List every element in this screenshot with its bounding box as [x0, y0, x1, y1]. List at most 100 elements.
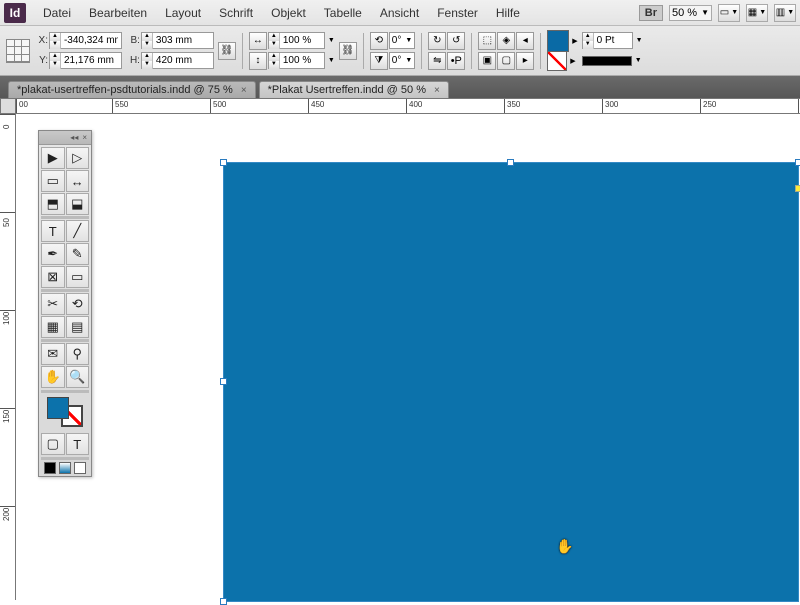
- stroke-weight-field[interactable]: ▲▼: [582, 32, 633, 49]
- constrain-scale-icon[interactable]: ⛓: [339, 42, 357, 60]
- select-container-icon[interactable]: ⬚: [478, 32, 496, 50]
- menu-type[interactable]: Schrift: [210, 6, 262, 20]
- width-input[interactable]: [153, 33, 213, 48]
- y-field[interactable]: ▲▼: [49, 52, 122, 69]
- stroke-swatch-none[interactable]: [547, 51, 567, 71]
- menu-help[interactable]: Hilfe: [487, 6, 529, 20]
- constrain-proportions-icon[interactable]: ⛓: [218, 42, 236, 60]
- up-arrow-icon[interactable]: ▲: [142, 33, 152, 41]
- page-tool[interactable]: ▭: [41, 170, 65, 192]
- rotate-cw-icon[interactable]: ↻: [428, 32, 446, 50]
- gradient-feather-tool[interactable]: ▤: [66, 316, 90, 338]
- panel-header[interactable]: ◂◂ ×: [39, 131, 91, 145]
- point-type-icon[interactable]: •P: [447, 52, 465, 70]
- close-icon[interactable]: ×: [434, 85, 440, 96]
- reference-point-grid[interactable]: [6, 39, 30, 63]
- select-prev-icon[interactable]: ◂: [516, 32, 534, 50]
- horizontal-ruler[interactable]: 00 550 500 450 400 350 300 250 200: [16, 98, 800, 114]
- up-arrow-icon[interactable]: ▲: [142, 53, 152, 61]
- rectangle-frame-tool[interactable]: ⊠: [41, 266, 65, 288]
- dropdown-icon[interactable]: ▼: [636, 37, 643, 44]
- apply-gradient-swatch[interactable]: [59, 462, 71, 474]
- bridge-button[interactable]: Br: [639, 5, 663, 21]
- corner-handle[interactable]: [795, 185, 800, 192]
- document-tab-active[interactable]: *Plakat Usertreffen.indd @ 50 %×: [259, 81, 449, 98]
- selection-handle[interactable]: [220, 159, 227, 166]
- scale-x-field[interactable]: ▲▼: [268, 32, 325, 49]
- apply-none-swatch[interactable]: [74, 462, 86, 474]
- line-tool[interactable]: ╱: [66, 220, 90, 242]
- rotate-ccw-icon[interactable]: ↺: [447, 32, 465, 50]
- down-arrow-icon[interactable]: ▼: [142, 61, 152, 69]
- selection-handle[interactable]: [220, 378, 227, 385]
- close-icon[interactable]: ×: [82, 133, 87, 142]
- stroke-weight-input[interactable]: [594, 33, 632, 48]
- screen-mode-button[interactable]: ▭▼: [718, 4, 740, 22]
- gradient-swatch-tool[interactable]: ▦: [41, 316, 65, 338]
- menu-table[interactable]: Tabelle: [315, 6, 371, 20]
- selection-handle[interactable]: [220, 598, 227, 605]
- shear-combo[interactable]: 0°▼: [389, 52, 416, 69]
- hand-tool[interactable]: ✋: [41, 366, 65, 388]
- up-arrow-icon[interactable]: ▲: [50, 53, 60, 61]
- rotation-combo[interactable]: 0°▼: [389, 32, 416, 49]
- zoom-tool[interactable]: 🔍: [66, 366, 90, 388]
- scissors-tool[interactable]: ✂: [41, 293, 65, 315]
- dropdown-icon[interactable]: ▼: [328, 37, 335, 44]
- select-content-icon[interactable]: ◈: [497, 32, 515, 50]
- pencil-tool[interactable]: ✎: [66, 243, 90, 265]
- document-tab[interactable]: *plakat-usertreffen-psdtutorials.indd @ …: [8, 81, 256, 98]
- stroke-style-swatch[interactable]: [582, 56, 632, 66]
- selection-tool[interactable]: ▶: [41, 147, 65, 169]
- selection-handle[interactable]: [795, 159, 800, 166]
- down-arrow-icon[interactable]: ▼: [142, 41, 152, 49]
- menu-window[interactable]: Fenster: [428, 6, 487, 20]
- direct-selection-tool[interactable]: ▷: [66, 147, 90, 169]
- x-field[interactable]: ▲▼: [49, 32, 122, 49]
- fit-content-icon[interactable]: ▣: [478, 52, 496, 70]
- apply-black-swatch[interactable]: [44, 462, 56, 474]
- free-transform-tool[interactable]: ⟲: [66, 293, 90, 315]
- width-field[interactable]: ▲▼: [141, 32, 214, 49]
- down-arrow-icon[interactable]: ▼: [50, 61, 60, 69]
- dropdown-icon[interactable]: ▶: [570, 57, 575, 65]
- vertical-ruler[interactable]: 0 50 100 150 200: [0, 114, 16, 600]
- fill-swatch[interactable]: [47, 397, 69, 419]
- fill-swatch[interactable]: [547, 30, 569, 52]
- note-tool[interactable]: ✉: [41, 343, 65, 365]
- selection-handle[interactable]: [507, 159, 514, 166]
- tools-panel[interactable]: ◂◂× ▶ ▷ ▭ ↔ ⬒ ⬓ T ╱ ✒ ✎ ⊠ ▭ ✂ ⟲ ▦ ▤ ✉ ⚲ …: [38, 130, 92, 477]
- close-icon[interactable]: ×: [241, 85, 247, 96]
- dropdown-icon[interactable]: ▼: [328, 57, 335, 64]
- up-arrow-icon[interactable]: ▲: [50, 33, 60, 41]
- ruler-origin[interactable]: [0, 98, 16, 114]
- height-input[interactable]: [153, 53, 213, 68]
- workspace-button[interactable]: ▥▼: [774, 4, 796, 22]
- y-input[interactable]: [61, 53, 121, 68]
- scale-x-input[interactable]: [280, 33, 324, 48]
- down-arrow-icon[interactable]: ▼: [50, 41, 60, 49]
- fill-stroke-swatches[interactable]: [39, 393, 91, 431]
- pen-tool[interactable]: ✒: [41, 243, 65, 265]
- dropdown-icon[interactable]: ▶: [572, 37, 577, 45]
- scale-y-field[interactable]: ▲▼: [268, 52, 325, 69]
- selected-rectangle[interactable]: [223, 162, 799, 602]
- menu-layout[interactable]: Layout: [156, 6, 210, 20]
- select-next-icon[interactable]: ▸: [516, 52, 534, 70]
- menu-file[interactable]: Datei: [34, 6, 80, 20]
- formatting-container-icon[interactable]: ▢: [41, 433, 65, 455]
- type-tool[interactable]: T: [41, 220, 65, 242]
- zoom-level-combo[interactable]: 50 %▼: [669, 5, 712, 21]
- collapse-icon[interactable]: ◂◂: [70, 133, 78, 142]
- canvas-area[interactable]: ✋: [16, 114, 800, 600]
- menu-edit[interactable]: Bearbeiten: [80, 6, 156, 20]
- formatting-text-icon[interactable]: T: [66, 433, 90, 455]
- x-input[interactable]: [61, 33, 121, 48]
- content-placer-tool[interactable]: ⬓: [66, 193, 90, 215]
- eyedropper-tool[interactable]: ⚲: [66, 343, 90, 365]
- menu-view[interactable]: Ansicht: [371, 6, 428, 20]
- menu-object[interactable]: Objekt: [262, 6, 315, 20]
- rectangle-tool[interactable]: ▭: [66, 266, 90, 288]
- flip-h-icon[interactable]: ⇋: [428, 52, 446, 70]
- fit-frame-icon[interactable]: ▢: [497, 52, 515, 70]
